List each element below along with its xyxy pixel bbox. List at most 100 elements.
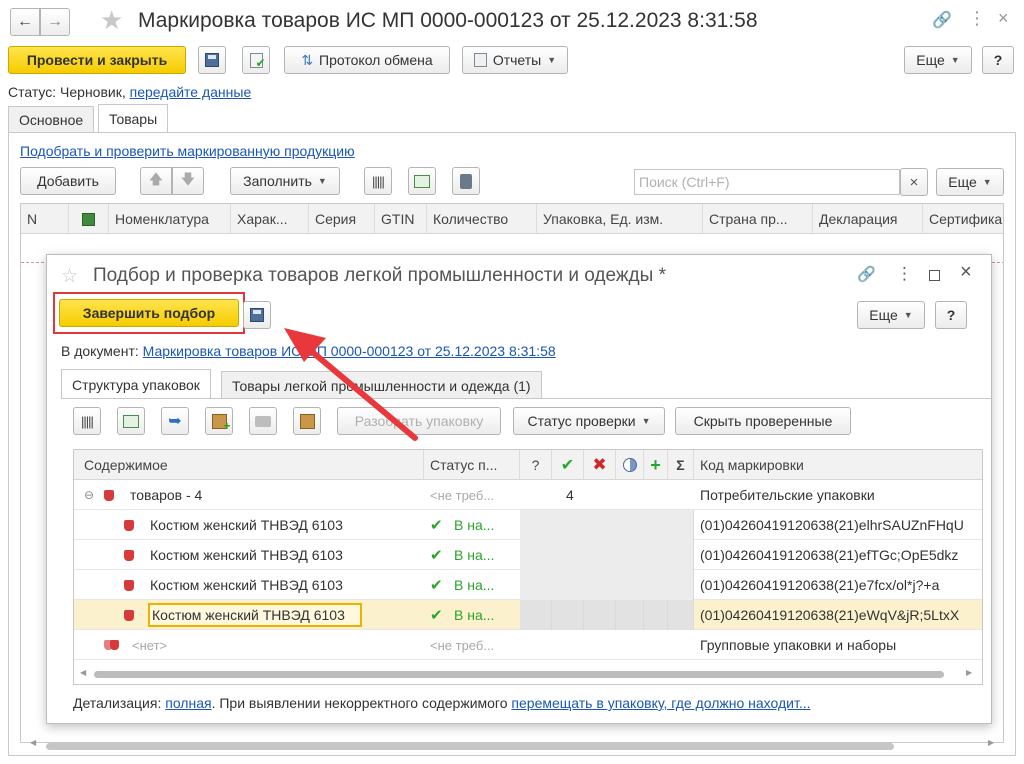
dialog-save-button[interactable] xyxy=(243,301,271,329)
main-scroll-thumb[interactable] xyxy=(46,743,894,750)
clock-icon xyxy=(622,458,637,472)
scanner-button[interactable] xyxy=(452,167,480,195)
move-up-button[interactable]: 🡅 xyxy=(140,167,172,195)
search-input[interactable]: Поиск (Ctrl+F) xyxy=(634,169,900,195)
plus-green-icon: + xyxy=(650,454,661,475)
dialog-table-button[interactable] xyxy=(117,407,145,435)
back-button[interactable]: ← xyxy=(10,8,40,36)
dialog-redo-button[interactable]: ➥ xyxy=(161,407,189,435)
forward-button[interactable]: → xyxy=(40,8,70,36)
table-icon xyxy=(414,174,430,188)
dialog-barcode-button[interactable]: ||||| xyxy=(73,407,101,435)
arrow-left-icon: ← xyxy=(17,13,33,30)
table-row-selected[interactable]: Костюм женский ТНВЭД 6103 ✔ В на... (01)… xyxy=(74,600,982,630)
favorite-star-icon[interactable]: ★ xyxy=(100,5,123,36)
report-icon xyxy=(473,53,487,67)
col-error[interactable]: ✖ xyxy=(584,450,616,480)
dialog-help-button[interactable]: ? xyxy=(935,301,967,329)
row-name[interactable]: Костюм женский ТНВЭД 6103 xyxy=(148,603,362,627)
pick-check-link[interactable]: Подобрать и проверить маркированную прод… xyxy=(20,143,355,159)
table-row[interactable]: Костюм женский ТНВЭД 6103 ✔ В на... (01)… xyxy=(74,510,982,540)
barcode-button[interactable]: ||||| xyxy=(364,167,392,195)
col-added[interactable]: + xyxy=(644,450,668,480)
scroll-right-icon[interactable]: ▶ xyxy=(966,668,972,677)
more-button[interactable]: Еще ▼ xyxy=(904,46,972,74)
scroll-right-icon[interactable]: ▶ xyxy=(988,738,994,747)
help-button[interactable]: ? xyxy=(982,46,1014,74)
main-horizontal-scrollbar[interactable]: ◀ ▶ xyxy=(30,738,996,752)
chevron-down-icon: ▼ xyxy=(903,310,913,320)
table-row[interactable]: Костюм женский ТНВЭД 6103 ✔ В на... (01)… xyxy=(74,540,982,570)
arrow-down-icon: 🡇 xyxy=(180,171,196,187)
finish-pick-button[interactable]: Завершить подбор xyxy=(59,299,239,327)
printer-icon xyxy=(255,415,271,427)
status-link[interactable]: передайте данные xyxy=(130,84,252,100)
row-status-cells xyxy=(520,510,694,540)
table-row-group[interactable]: <нет> <не треб... Групповые упаковки и н… xyxy=(74,630,982,660)
goods-table-header: N Номенклатура Харак... Серия GTIN Колич… xyxy=(21,204,1003,234)
table-row-group[interactable]: ⊖ товаров - 4 <не треб... 4 Потребительс… xyxy=(74,480,982,510)
col-series[interactable]: Серия xyxy=(309,204,375,234)
col-icon[interactable] xyxy=(69,204,109,234)
add-button[interactable]: Добавить xyxy=(20,167,116,195)
dialog-horizontal-scrollbar[interactable]: ◀ ▶ xyxy=(74,666,982,684)
goods-more-button[interactable]: Еще ▼ xyxy=(936,168,1004,196)
col-n[interactable]: N xyxy=(21,204,69,234)
col-sum[interactable]: Σ xyxy=(668,450,694,480)
row-name: Костюм женский ТНВЭД 6103 xyxy=(150,577,343,593)
col-question[interactable]: ? xyxy=(520,450,552,480)
menu-dots-icon[interactable]: ⋮ xyxy=(968,8,986,29)
collapse-icon[interactable]: ⊖ xyxy=(84,480,104,510)
fill-button[interactable]: Заполнить ▼ xyxy=(230,167,340,195)
detail-line: Детализация: полная. При выявлении некор… xyxy=(73,695,811,711)
chevron-down-icon: ▼ xyxy=(317,176,327,186)
dialog-more-button[interactable]: Еще ▼ xyxy=(857,301,925,329)
move-to-package-link[interactable]: перемещать в упаковку, где должно находи… xyxy=(511,695,810,711)
col-certificate[interactable]: Сертифика xyxy=(923,204,1003,234)
dialog-link-icon[interactable]: 🔗 xyxy=(857,265,876,283)
tab-package-structure[interactable]: Структура упаковок xyxy=(61,369,211,399)
dialog-favorite-icon[interactable]: ☆ xyxy=(61,265,78,288)
col-content[interactable]: Содержимое xyxy=(74,450,424,480)
table-row[interactable]: Костюм женский ТНВЭД 6103 ✔ В на... (01)… xyxy=(74,570,982,600)
check-status-button[interactable]: Статус проверки ▼ xyxy=(513,407,665,435)
dialog-close-icon[interactable]: × xyxy=(960,261,972,284)
scroll-left-icon[interactable]: ◀ xyxy=(30,738,36,747)
col-gtin[interactable]: GTIN xyxy=(375,204,427,234)
link-icon[interactable]: 🔗 xyxy=(932,10,952,30)
col-package[interactable]: Упаковка, Ед. изм. xyxy=(537,204,703,234)
dialog-more-label: Еще xyxy=(869,307,898,323)
post-button[interactable]: ✔ xyxy=(242,46,270,74)
col-nomenclature[interactable]: Номенклатура xyxy=(109,204,231,234)
arrow-right-icon: → xyxy=(47,13,63,30)
col-characteristic[interactable]: Харак... xyxy=(231,204,309,234)
col-declaration[interactable]: Декларация xyxy=(813,204,923,234)
exchange-protocol-label: Протокол обмена xyxy=(319,52,433,68)
move-down-button[interactable]: 🡇 xyxy=(172,167,204,195)
col-quantity[interactable]: Количество xyxy=(427,204,537,234)
col-country[interactable]: Страна пр... xyxy=(703,204,813,234)
hide-checked-button[interactable]: Скрыть проверенные xyxy=(675,407,851,435)
dialog-add-package-button[interactable]: + xyxy=(205,407,233,435)
tab-main[interactable]: Основное xyxy=(8,106,95,132)
status-value: Черновик, xyxy=(60,84,126,100)
save-button[interactable] xyxy=(198,46,226,74)
dialog-scroll-thumb[interactable] xyxy=(94,671,944,678)
reports-button[interactable]: Отчеты ▼ xyxy=(462,46,568,74)
col-checked[interactable]: ✔ xyxy=(552,450,584,480)
col-status[interactable]: Статус п... xyxy=(424,450,520,480)
col-marking-code[interactable]: Код маркировки xyxy=(694,450,982,480)
cross-red-icon: ✖ xyxy=(592,455,607,474)
detail-full-link[interactable]: полная xyxy=(165,695,211,711)
dialog-menu-dots-icon[interactable]: ⋮ xyxy=(896,264,913,284)
clear-search-button[interactable]: × xyxy=(900,168,928,196)
scroll-left-icon[interactable]: ◀ xyxy=(80,668,86,677)
fill-table-button[interactable] xyxy=(408,167,436,195)
close-icon[interactable]: × xyxy=(998,8,1009,29)
post-close-button[interactable]: Провести и закрыть xyxy=(8,46,186,74)
chevron-down-icon: ▼ xyxy=(950,55,960,65)
tab-goods[interactable]: Товары xyxy=(98,104,169,132)
dialog-maximize-icon[interactable] xyxy=(929,270,940,281)
col-pending[interactable] xyxy=(616,450,644,480)
exchange-protocol-button[interactable]: ⇅ Протокол обмена xyxy=(284,46,450,74)
